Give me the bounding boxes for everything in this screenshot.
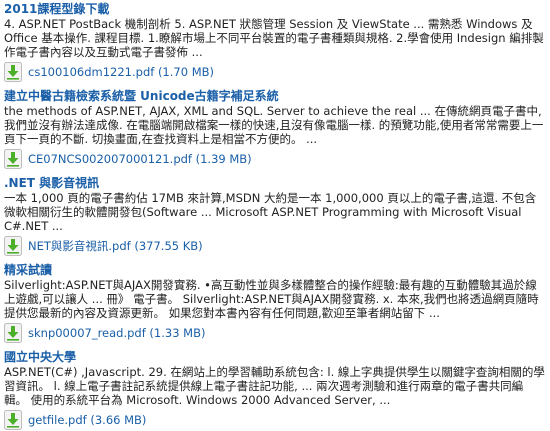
result-title-link[interactable]: .NET 與影音視訊: [4, 176, 546, 191]
result-file: cs100106dm1221.pdf (1.70 MB): [4, 61, 546, 83]
result-file: sknp00007_read.pdf (1.33 MB): [4, 322, 546, 344]
download-arrow-icon[interactable]: [4, 236, 22, 256]
file-download-link[interactable]: sknp00007_read.pdf (1.33 MB): [28, 326, 205, 340]
result-title-link[interactable]: 國立中央大學: [4, 350, 546, 365]
result-item: 2011課程型錄下載 4. ASP.NET PostBack 機制剖析 5. A…: [4, 2, 546, 83]
file-download-link[interactable]: NET與影音視訊.pdf (377.55 KB): [28, 238, 203, 254]
result-file: NET與影音視訊.pdf (377.55 KB): [4, 235, 546, 257]
result-title-link[interactable]: 建立中醫古籍檢索系統暨 Unicode古籍字補足系統: [4, 89, 546, 104]
search-results-list: 2011課程型錄下載 4. ASP.NET PostBack 機制剖析 5. A…: [0, 0, 550, 431]
file-download-link[interactable]: getfile.pdf (3.66 MB): [28, 413, 146, 427]
result-title-link[interactable]: 2011課程型錄下載: [4, 2, 546, 17]
download-arrow-icon[interactable]: [4, 149, 22, 169]
result-title-link[interactable]: 精采試讀: [4, 263, 546, 278]
result-file: CE07NCS002007000121.pdf (1.39 MB): [4, 148, 546, 170]
result-file: getfile.pdf (3.66 MB): [4, 409, 546, 431]
file-download-link[interactable]: cs100106dm1221.pdf (1.70 MB): [28, 65, 214, 79]
result-snippet: Silverlight:ASP.NET與AJAX開發實務. •高互動性並與多樣體…: [4, 278, 539, 320]
result-snippet: the methods of ASP.NET, AJAX, XML and SQ…: [4, 104, 544, 146]
download-arrow-icon[interactable]: [4, 62, 22, 82]
result-item: .NET 與影音視訊 一本 1,000 頁的電子書約佔 17MB 來計算,MSD…: [4, 176, 546, 257]
download-arrow-icon[interactable]: [4, 410, 22, 430]
result-item: 建立中醫古籍檢索系統暨 Unicode古籍字補足系統 the methods o…: [4, 89, 546, 170]
result-item: 國立中央大學 ASP.NET(C#) ,Javascript. 29. 在網站上…: [4, 350, 546, 431]
file-download-link[interactable]: CE07NCS002007000121.pdf (1.39 MB): [28, 152, 252, 166]
result-snippet: 4. ASP.NET PostBack 機制剖析 5. ASP.NET 狀態管理…: [4, 17, 544, 59]
result-snippet: 一本 1,000 頁的電子書約佔 17MB 來計算,MSDN 大約是一本 1,0…: [4, 191, 537, 233]
download-arrow-icon[interactable]: [4, 323, 22, 343]
result-item: 精采試讀 Silverlight:ASP.NET與AJAX開發實務. •高互動性…: [4, 263, 546, 344]
result-snippet: ASP.NET(C#) ,Javascript. 29. 在網站上的學習輔助系統…: [4, 365, 545, 407]
